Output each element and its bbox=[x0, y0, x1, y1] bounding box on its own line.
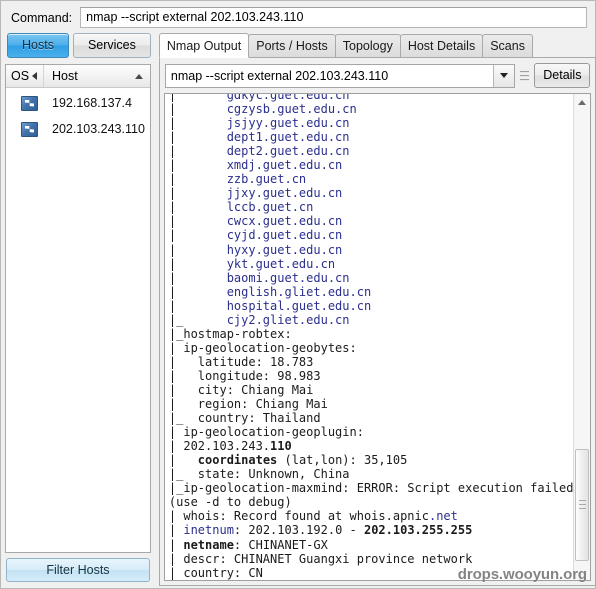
terminal-line: | 202.103.243.110 bbox=[168, 439, 292, 454]
details-button[interactable]: Details bbox=[534, 63, 591, 88]
terminal-line: | ip-geolocation-geoplugin: bbox=[168, 425, 364, 440]
terminal-line: | baomi.guet.edu.cn bbox=[168, 270, 350, 285]
main-split: Hosts Services OS Host 192.168.137.4 202… bbox=[1, 33, 596, 586]
command-label: Command: bbox=[11, 10, 73, 25]
column-header-host-label: Host bbox=[52, 69, 78, 83]
host-address: 202.103.243.110 bbox=[52, 122, 145, 136]
nmap-output-panel: nmap --script external 202.103.243.110 D… bbox=[158, 57, 596, 586]
hosts-toggle-button[interactable]: Hosts bbox=[7, 33, 69, 58]
output-toolbar: nmap --script external 202.103.243.110 D… bbox=[159, 58, 596, 93]
terminal-line: |_ state: Unknown, China bbox=[168, 467, 350, 482]
chevron-left-icon bbox=[32, 72, 38, 80]
terminal-line: | netname: CHINANET-GX bbox=[168, 537, 328, 552]
terminal-line: | whois: Record found at whois.apnic.net bbox=[168, 509, 458, 524]
terminal-line: | longitude: 98.983 bbox=[168, 368, 321, 383]
scan-select-value: nmap --script external 202.103.243.110 bbox=[170, 68, 389, 83]
column-header-os[interactable]: OS bbox=[6, 65, 44, 87]
left-pane: Hosts Services OS Host 192.168.137.4 202… bbox=[1, 33, 153, 586]
tab-ports-hosts[interactable]: Ports / Hosts bbox=[248, 34, 336, 57]
table-row[interactable]: 202.103.243.110 bbox=[6, 116, 150, 142]
terminal-line: | zzb.guet.cn bbox=[168, 172, 307, 187]
windows-os-icon bbox=[21, 95, 38, 111]
terminal-line: | dept2.guet.edu.cn bbox=[168, 144, 350, 159]
terminal-output-wrap: | gdkyc.guet.edu.cn | cgzysb.guet.edu.cn |… bbox=[163, 93, 592, 581]
terminal-line: | inetnum: 202.103.192.0 - 202.103.255.2… bbox=[168, 523, 473, 538]
terminal-line: | coordinates (lat,lon): 35,105 bbox=[168, 453, 408, 468]
right-pane: Nmap Output Ports / Hosts Topology Host … bbox=[153, 33, 596, 586]
terminal-line: | region: Chiang Mai bbox=[168, 397, 328, 412]
output-vertical-scrollbar[interactable] bbox=[573, 94, 591, 580]
terminal-line: | country: CN bbox=[168, 565, 263, 580]
hosts-services-toggle: Hosts Services bbox=[7, 33, 151, 58]
terminal-line: | descr: CHINANET Guangxi province netwo… bbox=[168, 551, 473, 566]
host-list-header: OS Host bbox=[6, 65, 150, 88]
column-header-os-label: OS bbox=[11, 69, 30, 83]
terminal-line: | cyjd.guet.edu.cn bbox=[168, 228, 343, 243]
tab-topology[interactable]: Topology bbox=[334, 34, 401, 57]
terminal-line: | dept1.guet.edu.cn bbox=[168, 130, 350, 145]
terminal-line: | xmdj.guet.edu.cn bbox=[168, 158, 343, 173]
terminal-line: | english.gliet.edu.cn bbox=[168, 284, 372, 299]
terminal-line: | jsjyy.guet.edu.cn bbox=[168, 116, 350, 131]
terminal-line: | jjxy.guet.edu.cn bbox=[168, 186, 343, 201]
terminal-line: |_ country: Thailand bbox=[168, 411, 321, 426]
tab-scans[interactable]: Scans bbox=[482, 34, 533, 57]
windows-os-icon bbox=[21, 121, 38, 137]
terminal-line: | lccb.guet.cn bbox=[168, 200, 314, 215]
tab-nmap-output[interactable]: Nmap Output bbox=[158, 33, 250, 58]
terminal-line: | ip-geolocation-geobytes: bbox=[168, 340, 357, 355]
terminal-line: | latitude: 18.783 bbox=[168, 354, 314, 369]
terminal-line: | city: Chiang Mai bbox=[168, 382, 314, 397]
sort-ascending-icon bbox=[134, 73, 143, 79]
terminal-line: | cgzysb.guet.edu.cn bbox=[168, 102, 357, 117]
grip-handle-icon[interactable] bbox=[520, 68, 530, 84]
column-header-host[interactable]: Host bbox=[44, 65, 150, 87]
terminal-line: |_ cjy2.gliet.edu.cn bbox=[168, 312, 350, 327]
chevron-down-icon[interactable] bbox=[493, 64, 515, 87]
scrollbar-thumb[interactable] bbox=[575, 449, 590, 561]
terminal-line: |_ip-geolocation-maxmind: ERROR: Script … bbox=[168, 481, 574, 496]
terminal-line: | cwcx.guet.edu.cn bbox=[168, 214, 343, 229]
command-input[interactable] bbox=[80, 7, 587, 28]
scan-select[interactable]: nmap --script external 202.103.243.110 bbox=[164, 63, 516, 88]
host-rows: 192.168.137.4 202.103.243.110 bbox=[6, 88, 150, 552]
terminal-line: | gdkyc.guet.edu.cn bbox=[168, 93, 350, 102]
host-list: OS Host 192.168.137.4 202.103.243.110 bbox=[5, 64, 151, 553]
tab-host-details[interactable]: Host Details bbox=[399, 34, 484, 57]
terminal-output[interactable]: | gdkyc.guet.edu.cn | cgzysb.guet.edu.cn |… bbox=[165, 93, 574, 580]
zenmap-window: Command: Hosts Services OS Host bbox=[0, 0, 596, 589]
filter-hosts-button[interactable]: Filter Hosts bbox=[6, 558, 150, 582]
terminal-line: | hyxy.guet.edu.cn bbox=[168, 242, 343, 257]
host-address: 192.168.137.4 bbox=[52, 96, 132, 110]
terminal-line: | ykt.guet.edu.cn bbox=[168, 256, 336, 271]
command-bar: Command: bbox=[1, 1, 595, 33]
tab-strip: Nmap Output Ports / Hosts Topology Host … bbox=[158, 33, 596, 58]
terminal-line: | hospital.guet.edu.cn bbox=[168, 298, 372, 313]
services-toggle-button[interactable]: Services bbox=[72, 33, 151, 58]
terminal-line: (use -d to debug) bbox=[168, 495, 292, 510]
terminal-line: |_hostmap-robtex: bbox=[168, 326, 292, 341]
scroll-up-arrow-icon[interactable] bbox=[574, 94, 590, 110]
table-row[interactable]: 192.168.137.4 bbox=[6, 90, 150, 116]
